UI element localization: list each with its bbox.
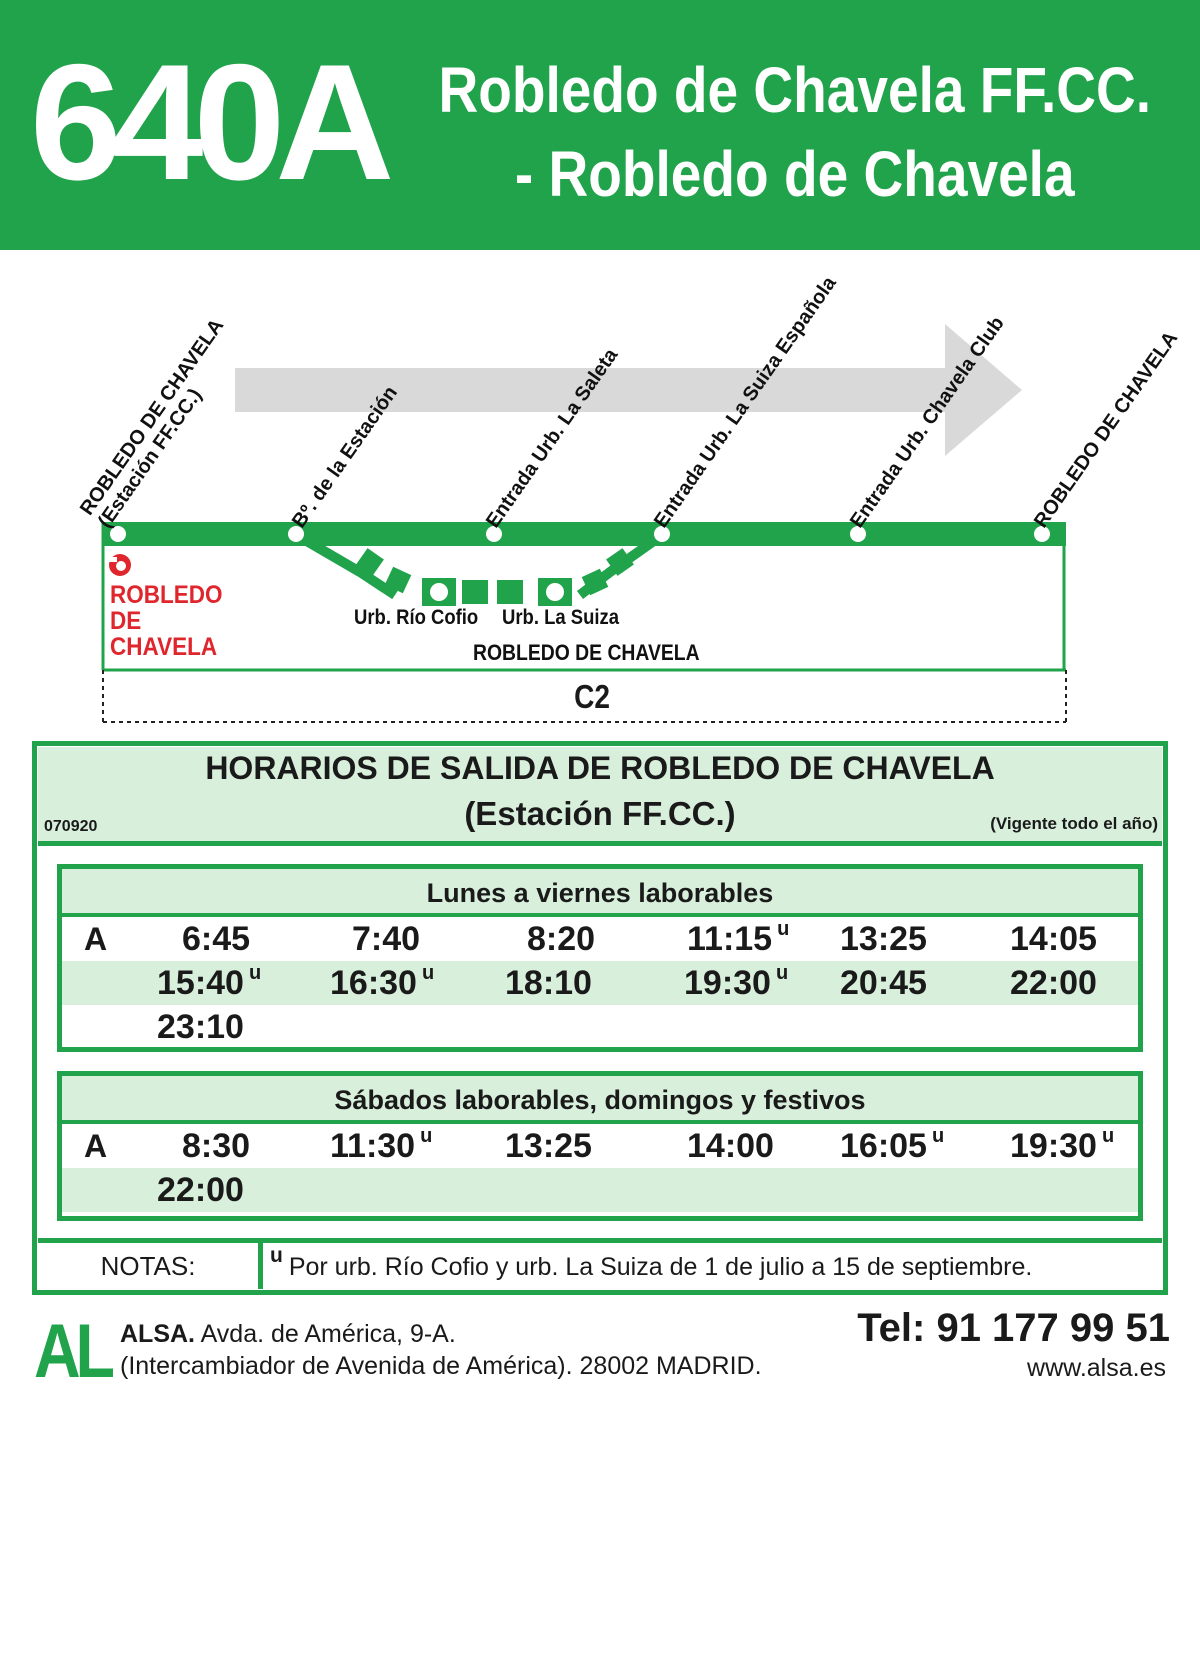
loop-label-rio-cofio: Urb. Río Cofio [354, 606, 479, 629]
departure-time: 20:45 [840, 964, 927, 1002]
address-street: Avda. de América, 9-A. [200, 1320, 456, 1348]
weekend-timetable: Sábados laborables, domingos y festivos … [57, 1071, 1143, 1221]
route-number: 640A [30, 30, 394, 214]
validity-note: (Vigente todo el año) [990, 814, 1158, 833]
municipality-start: ROBLEDO DE CHAVELA [110, 581, 223, 661]
loop-branch [302, 535, 398, 600]
timetable-row: A 6:45 7:40 8:20 11:15 u 13:25 14:05 [62, 917, 1138, 961]
company-address-line1: ALSA. Avda. de América, 9-A. [120, 1320, 456, 1349]
municipality-main: ROBLEDO DE CHAVELA [473, 640, 700, 665]
departure-time: 18:10 [505, 964, 592, 1002]
departure-time: 11:30 u [330, 1125, 433, 1165]
timetable-row: 22:00 [62, 1168, 1138, 1212]
row-label: A [84, 1128, 108, 1164]
departure-time: 11:15 u [687, 918, 790, 958]
departure-time: 7:40 [352, 920, 421, 958]
company-address-line2: (Intercambiador de Avenida de América). … [120, 1352, 762, 1380]
weekday-heading: Lunes a viernes laborables [62, 869, 1138, 917]
timetable-row: A 8:30 11:30 u 13:25 14:00 16:05 u 19:30 u [62, 1124, 1138, 1168]
notes-text: u Por urb. Río Cofio y urb. La Suiza de 1… [270, 1245, 1032, 1289]
departure-time: 22:00 [1010, 964, 1097, 1002]
company-name: ALSA. [120, 1320, 195, 1348]
note-body: Por urb. Río Cofio y urb. La Suiza de 1 … [288, 1253, 1033, 1281]
row-label: A [84, 921, 108, 957]
departure-time: 14:05 [1010, 920, 1097, 958]
weekday-timetable: Lunes a viernes laborables A 6:45 7:40 8… [57, 864, 1143, 1052]
departure-time: 6:45 [182, 920, 251, 958]
weekend-heading: Sábados laborables, domingos y festivos [62, 1076, 1138, 1124]
departure-time: 8:30 [182, 1127, 251, 1165]
departure-time: 14:00 [687, 1127, 774, 1165]
departure-time: 23:10 [157, 1008, 244, 1046]
route-title: Robledo de Chavela FF.CC. - Robledo de C… [400, 48, 1189, 216]
timetable-row: 15:40 u 16:30 u 18:10 19:30 u 20:45 22:00 [62, 961, 1138, 1005]
departure-time: 15:40 u [157, 962, 262, 1002]
loop-stop-rio-cofio [422, 578, 456, 606]
route-title-line2: - Robledo de Chavela [514, 138, 1075, 210]
schedule-code: 070920 [44, 818, 98, 835]
train-station-icon [109, 554, 131, 576]
phone-number[interactable]: Tel: 91 177 99 51 [780, 1306, 1170, 1351]
route-title-line1: Robledo de Chavela FF.CC. [438, 54, 1152, 126]
notes-label: NOTAS: [38, 1243, 263, 1289]
departure-time: 16:30 u [330, 962, 435, 1002]
schedule-title: HORARIOS DE SALIDA DE ROBLEDO DE CHAVELA [205, 750, 995, 786]
loop-label-la-suiza: Urb. La Suiza [502, 606, 620, 629]
departure-time: 19:30 u [1010, 1125, 1115, 1165]
loop-stop-la-suiza [538, 578, 572, 606]
website-link[interactable]: www.alsa.es [900, 1354, 1166, 1383]
zone-label: C2 [574, 678, 610, 715]
departure-time: 13:25 [840, 920, 927, 958]
departure-time: 19:30 u [684, 962, 789, 1002]
departure-time: 8:20 [527, 920, 596, 958]
loop-dashes [356, 548, 634, 604]
timetable-row: 23:10 [62, 1005, 1138, 1049]
departure-time: 16:05 u [840, 1125, 945, 1165]
note-mark: u [270, 1244, 283, 1267]
alsa-logo: AL [34, 1309, 115, 1394]
departure-time: 13:25 [505, 1127, 592, 1165]
departure-time: 22:00 [157, 1171, 244, 1209]
